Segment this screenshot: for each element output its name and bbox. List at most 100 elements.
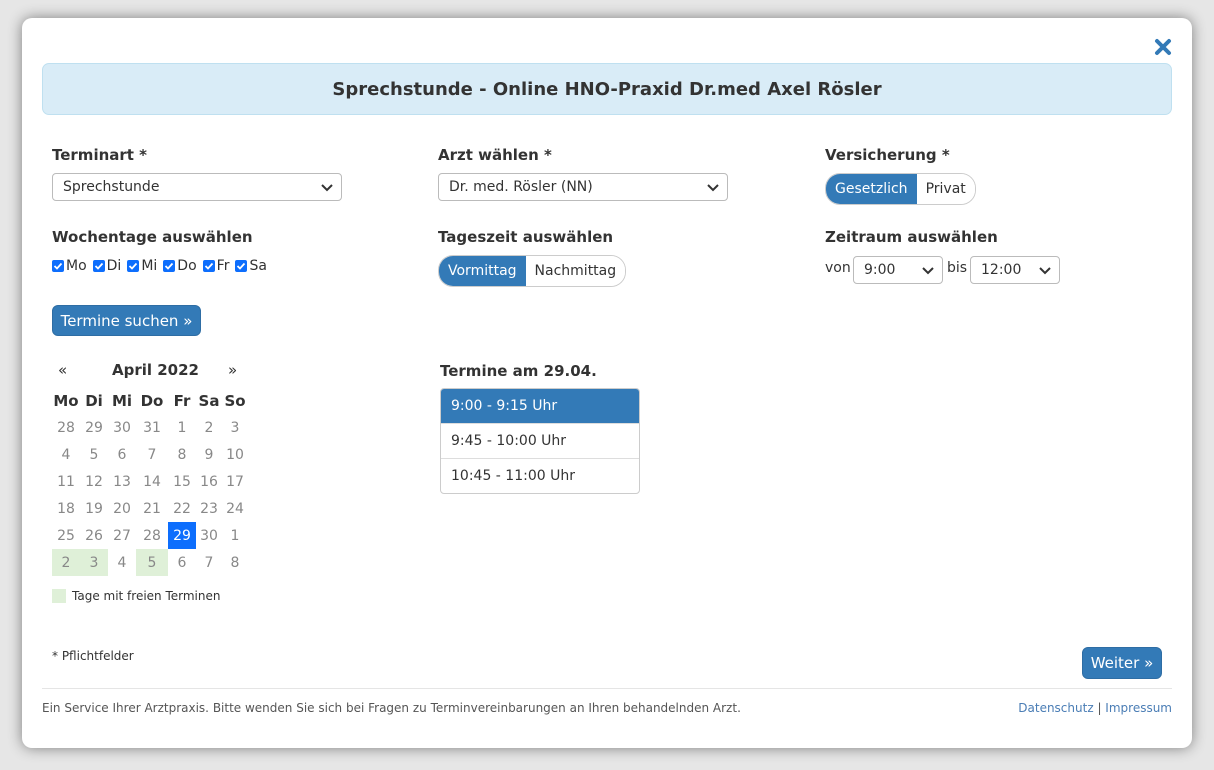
von-value: 9:00 [864,262,896,278]
calendar-day[interactable]: 5 [136,549,168,576]
calendar-weekday-header: Mi [111,391,133,410]
weekday-label: Di [106,258,122,274]
calendar-day: 8 [177,446,187,463]
weekday-checkboxes: Mo Di Mi Do Fr Sa [52,258,267,274]
calendar-day: 23 [200,500,218,517]
datenschutz-link[interactable]: Datenschutz [1018,701,1093,715]
calendar-day: 20 [113,500,131,517]
weekday-do[interactable]: Do [163,258,197,274]
slot-item[interactable]: 10:45 - 11:00 Uhr [441,458,639,493]
calendar-day: 30 [200,527,218,544]
weekday-label: Do [177,258,197,274]
terminart-value: Sprechstunde [63,179,160,195]
bis-label: bis [947,260,968,276]
chevron-down-icon [707,184,719,192]
checkbox-checked-icon[interactable] [163,260,176,272]
close-icon[interactable] [1154,38,1172,56]
appointment-modal: Sprechstunde - Online HNO-Praxid Dr.med … [22,18,1192,748]
calendar-day: 5 [89,446,99,463]
weekday-mo[interactable]: Mo [52,258,87,274]
calendar-next-icon[interactable]: » [228,361,237,379]
calendar-day: 8 [230,554,240,571]
calendar-day: 1 [230,527,240,544]
calendar-day: 30 [113,419,131,436]
calendar-day: 4 [61,446,71,463]
von-select[interactable]: 9:00 [853,256,943,284]
calendar-day: 21 [143,500,161,517]
calendar-day: 24 [226,500,244,517]
calendar-day: 7 [204,554,214,571]
calendar-day: 6 [177,554,187,571]
search-appointments-button[interactable]: Termine suchen » [52,305,201,336]
terminart-select[interactable]: Sprechstunde [52,173,342,201]
calendar-prev-icon[interactable]: « [58,361,67,379]
calendar-day: 14 [143,473,161,490]
chevron-down-icon [1039,267,1051,275]
calendar-day: 19 [85,500,103,517]
checkbox-checked-icon[interactable] [92,260,105,272]
slots-title: Termine am 29.04. [440,362,597,380]
checkbox-checked-icon[interactable] [235,260,248,272]
von-label: von [825,260,851,276]
weekday-fr[interactable]: Fr [202,258,230,274]
calendar-month-title: April 2022 [112,361,199,379]
footer-text: Ein Service Ihrer Arztpraxis. Bitte wend… [42,701,741,715]
calendar-day[interactable]: 3 [80,549,108,576]
weekday-label: Mi [141,258,158,274]
tageszeit-option-vormittag[interactable]: Vormittag [439,256,526,286]
chevron-down-icon [321,184,333,192]
weekday-label: Fr [216,258,230,274]
bis-value: 12:00 [981,262,1022,278]
calendar-day[interactable]: 29 [168,522,196,549]
versicherung-option-privat[interactable]: Privat [916,174,975,204]
slot-list: 9:00 - 9:15 Uhr 9:45 - 10:00 Uhr 10:45 -… [440,388,640,494]
weekday-label: Sa [249,258,267,274]
versicherung-option-gesetzlich[interactable]: Gesetzlich [826,174,917,204]
calendar-day[interactable]: 2 [52,549,80,576]
calendar-day: 17 [226,473,244,490]
calendar-day: 31 [143,419,161,436]
calendar-weekday-header: Sa [198,391,220,410]
slot-item[interactable]: 9:00 - 9:15 Uhr [441,389,639,423]
footer-divider [42,688,1172,689]
page-title: Sprechstunde - Online HNO-Praxid Dr.med … [42,63,1172,115]
tageszeit-option-nachmittag[interactable]: Nachmittag [525,256,626,286]
calendar-day: 10 [226,446,244,463]
zeitraum-label: Zeitraum auswählen [825,228,998,246]
calendar-day: 28 [57,419,75,436]
calendar-day: 29 [85,419,103,436]
weekday-mi[interactable]: Mi [127,258,157,274]
versicherung-toggle: Gesetzlich Privat [825,173,976,205]
weekday-sa[interactable]: Sa [235,258,267,274]
arzt-label: Arzt wählen * [438,146,552,164]
calendar-day: 9 [204,446,214,463]
calendar-day: 16 [200,473,218,490]
next-button[interactable]: Weiter » [1082,647,1162,679]
calendar-day: 25 [57,527,75,544]
calendar-weekday-header: Fr [173,391,191,410]
checkbox-checked-icon[interactable] [127,260,140,272]
arzt-select[interactable]: Dr. med. Rösler (NN) [438,173,728,201]
footer-links: Datenschutz | Impressum [1018,701,1172,715]
calendar-day: 15 [173,473,191,490]
calendar-weekday-header: Mo [53,391,79,410]
terminart-label: Terminart * [52,146,148,164]
chevron-down-icon [922,267,934,275]
calendar-day: 27 [113,527,131,544]
wochentage-label: Wochentage auswählen [52,228,253,246]
tageszeit-label: Tageszeit auswählen [438,228,614,246]
versicherung-label: Versicherung * [825,146,950,164]
calendar-day: 12 [85,473,103,490]
weekday-di[interactable]: Di [92,258,122,274]
checkbox-checked-icon[interactable] [202,260,215,272]
impressum-link[interactable]: Impressum [1105,701,1172,715]
calendar-day: 28 [143,527,161,544]
slot-item[interactable]: 9:45 - 10:00 Uhr [441,423,639,458]
calendar-day: 3 [230,419,240,436]
calendar-day: 13 [113,473,131,490]
checkbox-checked-icon[interactable] [52,260,64,272]
legend-swatch [52,589,66,603]
calendar-legend: Tage mit freien Terminen [52,589,220,603]
calendar-weekday-header: Do [140,391,164,410]
bis-select[interactable]: 12:00 [970,256,1060,284]
